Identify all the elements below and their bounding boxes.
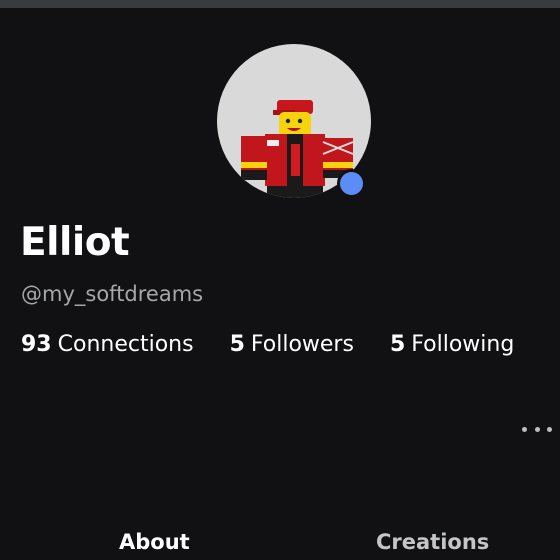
- profile-tabs: About Creations: [0, 524, 560, 560]
- more-horizontal-icon: [534, 426, 540, 432]
- display-name: Elliot: [20, 220, 130, 265]
- stat-label: Connections: [57, 332, 194, 357]
- stat-label: Followers: [250, 332, 354, 357]
- tab-about[interactable]: About: [119, 528, 190, 556]
- more-horizontal-icon: [547, 426, 552, 432]
- stat-count: 93: [21, 332, 52, 357]
- profile-page: Elliot @my_softdreams 93 Connections 5 F…: [0, 0, 560, 560]
- stat-following[interactable]: 5 Following: [390, 330, 514, 360]
- top-status-strip: [0, 0, 560, 8]
- more-options-button[interactable]: [522, 420, 552, 438]
- online-status-dot: [337, 169, 366, 198]
- stat-count: 5: [389, 332, 406, 357]
- stat-count: 5: [229, 332, 245, 357]
- stat-label: Following: [411, 332, 515, 357]
- more-horizontal-icon: [522, 426, 527, 432]
- tab-creations[interactable]: Creations: [376, 528, 489, 556]
- profile-stats: 93 Connections 5 Followers 5 Following: [21, 330, 514, 360]
- stat-connections[interactable]: 93 Connections: [21, 330, 194, 360]
- username: @my_softdreams: [21, 282, 204, 306]
- stat-followers[interactable]: 5 Followers: [230, 330, 354, 360]
